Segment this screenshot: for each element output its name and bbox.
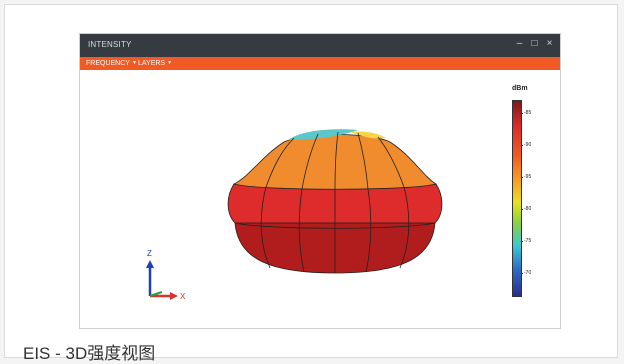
chevron-down-icon: ▼ [131,60,137,66]
menu-bar: FREQUENCY ▼ LAYERS ▼ [80,57,560,70]
legend-unit: dBm [512,85,528,92]
legend-tick: -90 [520,142,532,148]
x-axis-label: X [180,292,186,301]
3d-viewport[interactable]: Z X dBm -85 -90 -95 -80 -75 -70 [80,70,561,329]
layers-menu-label: LAYERS [138,60,166,67]
color-scale-bar [512,100,522,297]
window-title: INTENSITY [88,40,132,49]
legend-tick: -75 [520,238,532,244]
intensity-window: INTENSITY – □ × FREQUENCY ▼ LAYERS ▼ Z X… [79,33,561,329]
title-bar: INTENSITY – □ × [80,34,560,57]
legend-tick: -80 [520,206,532,212]
frequency-menu-label: FREQUENCY [86,60,130,67]
legend-tick: -95 [520,174,532,180]
window-controls: – □ × [515,37,554,51]
figure-caption: EIS - 3D强度视图 [23,344,156,363]
intensity-3d-plot[interactable]: Z X [80,70,561,329]
axes-gizmo: Z X [146,249,186,301]
minimize-icon[interactable]: – [515,37,524,51]
legend-tick: -70 [520,270,532,276]
z-axis-label: Z [147,249,152,258]
frequency-menu[interactable]: FREQUENCY ▼ [86,58,137,69]
maximize-icon[interactable]: □ [530,37,539,51]
legend-tick: -85 [520,110,532,116]
layers-menu[interactable]: LAYERS ▼ [138,58,172,69]
close-icon[interactable]: × [545,37,554,51]
figure-card: INTENSITY – □ × FREQUENCY ▼ LAYERS ▼ Z X… [4,4,618,363]
chevron-down-icon: ▼ [167,60,173,66]
